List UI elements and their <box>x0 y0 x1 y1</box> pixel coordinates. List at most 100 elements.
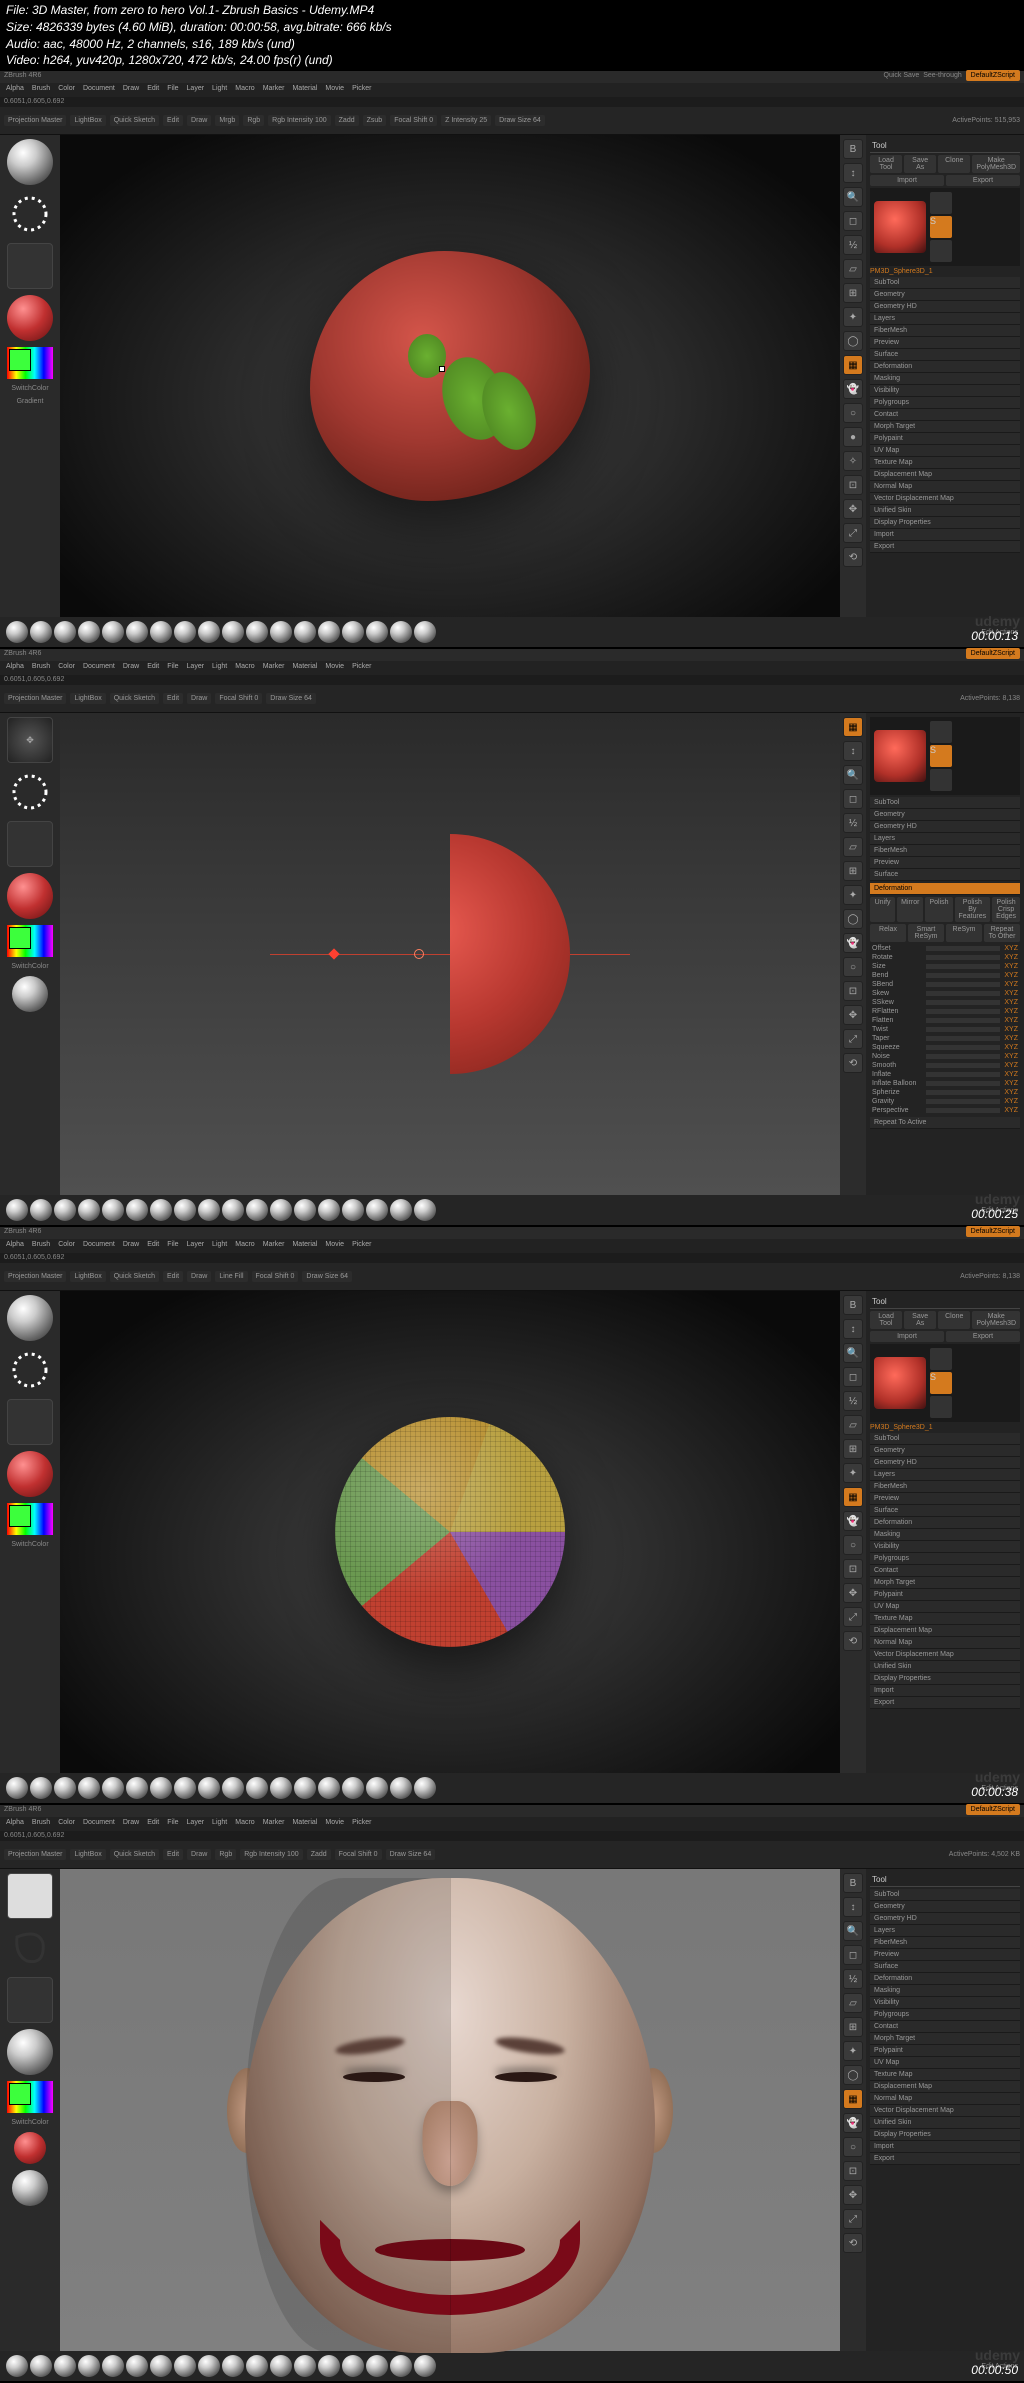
material-ball-12[interactable] <box>294 621 316 643</box>
section-geometry-hd[interactable]: Geometry HD <box>870 1913 1020 1925</box>
menu-material[interactable]: Material <box>292 663 317 673</box>
brush-thumb[interactable] <box>7 139 53 185</box>
slider-gravity[interactable]: GravityXYZ <box>870 1097 1020 1106</box>
material-ball-3[interactable] <box>78 1777 100 1799</box>
section-texture-map[interactable]: Texture Map <box>870 1613 1020 1625</box>
material-ball-15[interactable] <box>366 2355 388 2377</box>
menu-document[interactable]: Document <box>83 663 115 673</box>
menu-marker[interactable]: Marker <box>263 1241 285 1251</box>
slider-smooth[interactable]: SmoothXYZ <box>870 1061 1020 1070</box>
section-normal-map[interactable]: Normal Map <box>870 481 1020 493</box>
deform-unify[interactable]: Unify <box>870 897 895 922</box>
material-thumb[interactable] <box>7 295 53 341</box>
menu-edit[interactable]: Edit <box>147 85 159 95</box>
ghost-icon[interactable]: ○ <box>843 403 863 423</box>
material-ball-10[interactable] <box>246 1777 268 1799</box>
section-geometry-hd[interactable]: Geometry HD <box>870 821 1020 833</box>
slider-sskew[interactable]: SSkewXYZ <box>870 998 1020 1007</box>
slider-inflate-balloon[interactable]: Inflate BalloonXYZ <box>870 1079 1020 1088</box>
material-thumb[interactable] <box>7 2029 53 2075</box>
zoom-icon[interactable]: 🔍 <box>843 187 863 207</box>
tool-make-polymesh3d[interactable]: Make PolyMesh3D <box>972 155 1020 173</box>
menu-draw[interactable]: Draw <box>123 85 139 95</box>
move-icon[interactable]: ✥ <box>843 499 863 519</box>
material-ball-7[interactable] <box>174 2355 196 2377</box>
menu-file[interactable]: File <box>167 663 178 673</box>
material-ball-0[interactable] <box>6 2355 28 2377</box>
section-import[interactable]: Import <box>870 1685 1020 1697</box>
material-ball-9[interactable] <box>222 621 244 643</box>
gradient-label[interactable]: Gradient <box>17 398 44 405</box>
tool-clone[interactable]: Clone <box>938 1311 970 1329</box>
menu-material[interactable]: Material <box>292 1241 317 1251</box>
slider-taper[interactable]: TaperXYZ <box>870 1034 1020 1043</box>
menu-draw[interactable]: Draw <box>123 1819 139 1829</box>
section-fibermesh[interactable]: FiberMesh <box>870 845 1020 857</box>
deform-smart-resym[interactable]: Smart ReSym <box>908 924 944 942</box>
material-ball-8[interactable] <box>198 1199 220 1221</box>
section-layers[interactable]: Layers <box>870 313 1020 325</box>
section-unified-skin[interactable]: Unified Skin <box>870 505 1020 517</box>
section-layers[interactable]: Layers <box>870 833 1020 845</box>
section-subtool[interactable]: SubTool <box>870 797 1020 809</box>
section-texture-map[interactable]: Texture Map <box>870 2069 1020 2081</box>
section-fibermesh[interactable]: FiberMesh <box>870 1481 1020 1493</box>
menu-brush[interactable]: Brush <box>32 1241 50 1251</box>
material-ball-12[interactable] <box>294 1199 316 1221</box>
material-ball-15[interactable] <box>366 1777 388 1799</box>
move-brush-thumb[interactable]: ✥ <box>7 717 53 763</box>
deform-mirror[interactable]: Mirror <box>897 897 923 922</box>
material-ball-3[interactable] <box>78 621 100 643</box>
menu-document[interactable]: Document <box>83 1241 115 1251</box>
tool-preview[interactable]: S <box>870 717 1020 795</box>
slider-skew[interactable]: SkewXYZ <box>870 989 1020 998</box>
material-ball-1[interactable] <box>30 1199 52 1221</box>
material-ball-13[interactable] <box>318 621 340 643</box>
section-displacement-map[interactable]: Displacement Map <box>870 2081 1020 2093</box>
material-ball-16[interactable] <box>390 1199 412 1221</box>
material-ball-1[interactable] <box>30 621 52 643</box>
tool-save-as[interactable]: Save As <box>904 1311 936 1329</box>
menu-movie[interactable]: Movie <box>325 1241 344 1251</box>
viewport[interactable] <box>60 1869 840 2351</box>
material-ball-1[interactable] <box>30 1777 52 1799</box>
rotate-icon[interactable]: ⟲ <box>843 547 863 567</box>
material-ball-2[interactable] <box>54 2355 76 2377</box>
material-ball-7[interactable] <box>174 1199 196 1221</box>
slider-inflate[interactable]: InflateXYZ <box>870 1070 1020 1079</box>
tool-preview[interactable]: S <box>870 188 1020 266</box>
section-vector-displacement-map[interactable]: Vector Displacement Map <box>870 493 1020 505</box>
polyf-icon[interactable]: ▦ <box>843 717 863 737</box>
section-polygroups[interactable]: Polygroups <box>870 1553 1020 1565</box>
deform-relax[interactable]: Relax <box>870 924 906 942</box>
material-ball-4[interactable] <box>102 2355 124 2377</box>
section-deformation[interactable]: Deformation <box>870 1517 1020 1529</box>
menu-macro[interactable]: Macro <box>235 1241 254 1251</box>
material-ball-7[interactable] <box>174 1777 196 1799</box>
section-masking[interactable]: Masking <box>870 1985 1020 1997</box>
alpha-thumb[interactable] <box>7 243 53 289</box>
material-ball-17[interactable] <box>414 2355 436 2377</box>
section-display-properties[interactable]: Display Properties <box>870 2129 1020 2141</box>
material-ball-6[interactable] <box>150 2355 172 2377</box>
material-ball-14[interactable] <box>342 1199 364 1221</box>
section-geometry[interactable]: Geometry <box>870 1901 1020 1913</box>
menu-material[interactable]: Material <box>292 85 317 95</box>
menu-movie[interactable]: Movie <box>325 1819 344 1829</box>
menu-macro[interactable]: Macro <box>235 663 254 673</box>
section-preview[interactable]: Preview <box>870 1949 1020 1961</box>
brush-thumb[interactable] <box>7 1873 53 1919</box>
material-ball-5[interactable] <box>126 2355 148 2377</box>
material-ball-2[interactable] <box>54 1777 76 1799</box>
draw-size[interactable]: Draw Size 64 <box>495 115 545 126</box>
menu-color[interactable]: Color <box>58 1819 75 1829</box>
material-ball-16[interactable] <box>390 2355 412 2377</box>
polyf-icon[interactable]: ▦ <box>843 355 863 375</box>
material-ball-12[interactable] <box>294 2355 316 2377</box>
material-ball-12[interactable] <box>294 1777 316 1799</box>
menu-picker[interactable]: Picker <box>352 1819 371 1829</box>
section-polygroups[interactable]: Polygroups <box>870 397 1020 409</box>
color-picker[interactable] <box>7 347 53 379</box>
menu-layer[interactable]: Layer <box>187 1241 205 1251</box>
section-geometry-hd[interactable]: Geometry HD <box>870 1457 1020 1469</box>
